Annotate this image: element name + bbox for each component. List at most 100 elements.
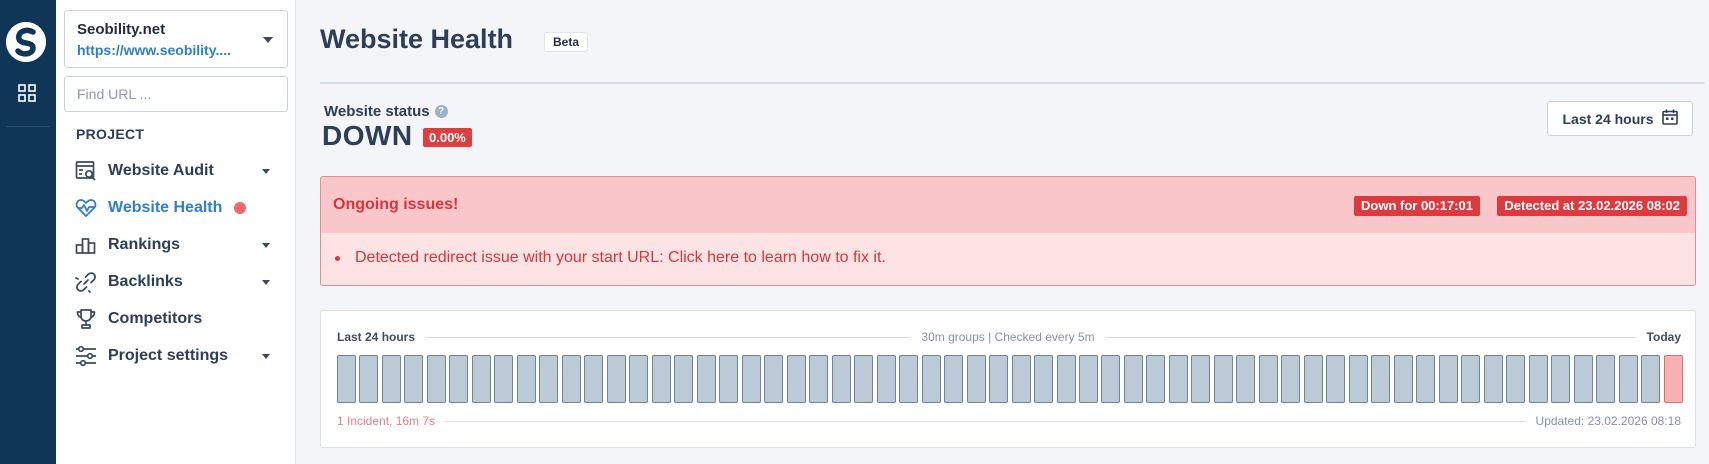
uptime-bar[interactable] [876, 355, 896, 403]
sidebar-item-project-settings[interactable]: Project settings [74, 341, 280, 371]
uptime-bar[interactable] [1303, 355, 1323, 403]
uptime-bar[interactable] [1618, 355, 1638, 403]
updated-timestamp: Updated: 23.02.2026 08:18 [1525, 414, 1681, 428]
uptime-bar[interactable] [1168, 355, 1188, 403]
uptime-bar[interactable] [1551, 355, 1571, 403]
link-icon [74, 270, 98, 294]
app-rail [0, 0, 56, 464]
alert-dot [234, 202, 247, 214]
uptime-bar[interactable] [1641, 355, 1661, 403]
uptime-bar[interactable] [1123, 355, 1143, 403]
uptime-bar[interactable] [1326, 355, 1346, 403]
uptime-bar[interactable] [1393, 355, 1413, 403]
uptime-bar[interactable] [1416, 355, 1436, 403]
uptime-bar[interactable] [381, 355, 401, 403]
uptime-bar[interactable] [1596, 355, 1616, 403]
uptime-bar[interactable] [359, 355, 379, 403]
uptime-bar[interactable] [1348, 355, 1368, 403]
uptime-bar[interactable] [561, 355, 581, 403]
find-url-input[interactable] [64, 76, 288, 112]
uptime-bar[interactable] [516, 355, 536, 403]
uptime-bar[interactable] [1146, 355, 1166, 403]
uptime-bar[interactable] [944, 355, 964, 403]
apps-grid-icon[interactable] [18, 84, 36, 102]
uptime-bar[interactable] [1461, 355, 1481, 403]
uptime-bar[interactable] [449, 355, 469, 403]
uptime-bar[interactable] [674, 355, 694, 403]
uptime-bar[interactable] [651, 355, 671, 403]
sidebar-item-competitors[interactable]: Competitors [74, 304, 280, 334]
rail-divider [6, 126, 50, 127]
uptime-bar[interactable] [1236, 355, 1256, 403]
ongoing-issues-panel: Ongoing issues! Down for 00:17:01 Detect… [320, 176, 1696, 286]
uptime-bars [337, 355, 1683, 403]
uptime-bar[interactable] [1281, 355, 1301, 403]
timeline-label-end: Today [1636, 330, 1681, 344]
project-selector[interactable]: Seobility.net https://www.seobility.... [64, 10, 288, 68]
uptime-bar[interactable] [921, 355, 941, 403]
uptime-bar[interactable] [584, 355, 604, 403]
uptime-bar[interactable] [539, 355, 559, 403]
detected-at-badge: Detected at 23.02.2026 08:02 [1497, 196, 1687, 216]
timeline-rule-bottom [337, 421, 1681, 422]
uptime-bar[interactable] [1191, 355, 1211, 403]
sidebar: Seobility.net https://www.seobility.... … [56, 0, 296, 464]
time-range-button[interactable]: Last 24 hours [1547, 101, 1693, 136]
uptime-bar[interactable] [764, 355, 784, 403]
uptime-bar[interactable] [1213, 355, 1233, 403]
uptime-bar[interactable] [899, 355, 919, 403]
uptime-bar[interactable] [606, 355, 626, 403]
chevron-down-icon [262, 169, 270, 174]
uptime-bar[interactable] [966, 355, 986, 403]
uptime-bar[interactable] [1258, 355, 1278, 403]
sidebar-item-website-health[interactable]: Website Health [74, 193, 280, 223]
uptime-bar[interactable] [741, 355, 761, 403]
audit-icon [74, 159, 98, 183]
timeline-label-groups-text: 30m groups | Checked every 5m [911, 330, 1105, 344]
uptime-bar[interactable] [1506, 355, 1526, 403]
uptime-bar[interactable] [1371, 355, 1391, 403]
beta-badge: Beta [544, 32, 589, 52]
uptime-bar[interactable] [1101, 355, 1121, 403]
rankings-icon [74, 233, 98, 257]
uptime-bar[interactable] [1528, 355, 1548, 403]
calendar-icon [1661, 109, 1678, 128]
sidebar-item-label: Competitors [108, 310, 203, 327]
uptime-bar[interactable] [426, 355, 446, 403]
sidebar-item-website-audit[interactable]: Website Audit [74, 156, 280, 186]
uptime-bar[interactable] [719, 355, 739, 403]
uptime-bar[interactable] [1573, 355, 1593, 403]
sidebar-item-label: Website Audit [108, 162, 214, 179]
uptime-bar[interactable] [786, 355, 806, 403]
time-range-label: Last 24 hours [1562, 110, 1654, 127]
uptime-bar[interactable] [1056, 355, 1076, 403]
uptime-bar-down[interactable] [1663, 355, 1683, 403]
uptime-bar[interactable] [1483, 355, 1503, 403]
bullet-icon [335, 255, 340, 261]
chevron-down-icon [262, 243, 270, 248]
website-status-label-text: Website status [324, 103, 430, 120]
uptime-bar[interactable] [494, 355, 514, 403]
uptime-bar[interactable] [337, 355, 356, 403]
uptime-bar[interactable] [629, 355, 649, 403]
seobility-logo[interactable] [6, 22, 46, 62]
issue-list-item[interactable]: Detected redirect issue with your start … [335, 249, 886, 267]
title-divider [320, 82, 1705, 84]
uptime-bar[interactable] [989, 355, 1009, 403]
uptime-bar[interactable] [1034, 355, 1054, 403]
uptime-bar[interactable] [831, 355, 851, 403]
uptime-bar[interactable] [471, 355, 491, 403]
uptime-bar[interactable] [696, 355, 716, 403]
uptime-bar[interactable] [404, 355, 424, 403]
sidebar-item-label: Website Health [108, 199, 223, 216]
uptime-bar[interactable] [1078, 355, 1098, 403]
sliders-icon [74, 344, 98, 368]
uptime-bar[interactable] [809, 355, 829, 403]
sidebar-item-rankings[interactable]: Rankings [74, 230, 280, 260]
sidebar-item-label: Rankings [108, 236, 181, 253]
uptime-bar[interactable] [1438, 355, 1458, 403]
uptime-bar[interactable] [1011, 355, 1031, 403]
sidebar-item-backlinks[interactable]: Backlinks [74, 267, 280, 297]
uptime-bar[interactable] [854, 355, 874, 403]
help-icon[interactable]: ? [434, 105, 448, 118]
